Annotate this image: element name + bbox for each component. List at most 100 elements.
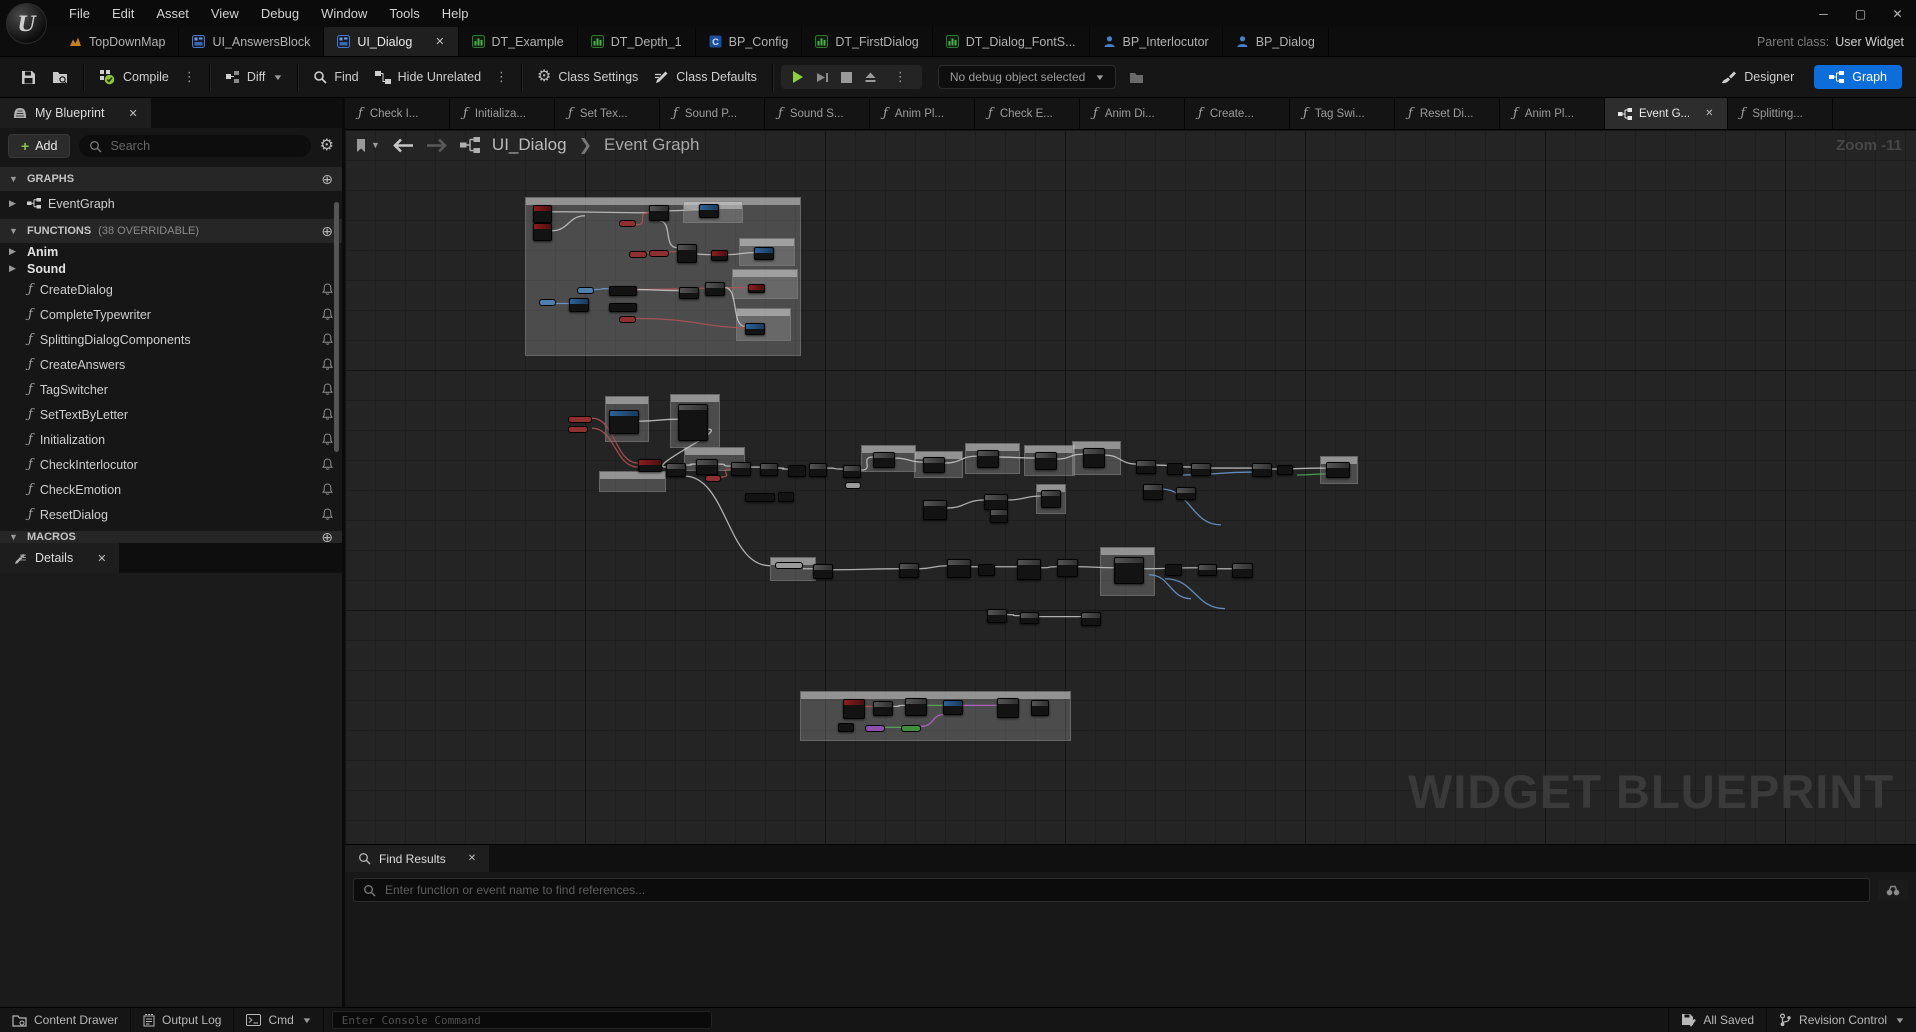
- breadcrumb-root[interactable]: UI_Dialog: [492, 135, 567, 155]
- close-icon[interactable]: ✕: [468, 853, 476, 864]
- graph-tab-soundp[interactable]: ƒSound P...: [660, 98, 765, 129]
- graphs-section-header[interactable]: ▼ GRAPHS ⊕: [0, 167, 342, 191]
- graph-node[interactable]: [943, 700, 963, 715]
- graph-node[interactable]: [978, 564, 995, 576]
- graph-node[interactable]: [745, 323, 765, 335]
- graph-node[interactable]: [638, 459, 662, 472]
- class-defaults-button[interactable]: Class Defaults: [647, 66, 764, 88]
- variable-pill-node[interactable]: [901, 725, 921, 732]
- graph-node[interactable]: [997, 698, 1019, 718]
- asset-tab-ui_answersblock[interactable]: UI_AnswersBlock: [179, 27, 324, 56]
- unreal-logo-icon[interactable]: U: [6, 3, 47, 44]
- graph-node[interactable]: [778, 492, 794, 502]
- bell-icon[interactable]: [322, 283, 333, 296]
- graph-tab-checki[interactable]: ƒCheck I...: [345, 98, 450, 129]
- find-references-input[interactable]: Enter function or event name to find ref…: [353, 878, 1870, 902]
- graph-node[interactable]: [1176, 487, 1196, 500]
- play-options-kebab-icon[interactable]: ⋮: [889, 69, 912, 85]
- variable-pill-node[interactable]: [629, 251, 647, 258]
- graph-node[interactable]: [990, 509, 1008, 523]
- step-button[interactable]: [816, 71, 829, 84]
- graph-node[interactable]: [1277, 465, 1293, 475]
- graph-node[interactable]: [838, 723, 854, 732]
- graph-node[interactable]: [1057, 559, 1078, 577]
- asset-tab-bp_dialog[interactable]: BP_Dialog: [1223, 27, 1329, 56]
- compile-button[interactable]: Compile: [92, 65, 176, 89]
- bell-icon[interactable]: [322, 433, 333, 446]
- bell-icon[interactable]: [322, 383, 333, 396]
- asset-tab-topdownmap[interactable]: TopDownMap: [56, 27, 179, 56]
- asset-tab-dt_dialog_fonts[interactable]: DT_Dialog_FontS...: [933, 27, 1090, 56]
- graph-node[interactable]: [947, 559, 971, 578]
- graph-node[interactable]: [609, 286, 637, 296]
- graph-node[interactable]: [748, 284, 765, 293]
- graph-node[interactable]: [533, 205, 552, 223]
- hide-unrelated-kebab-icon[interactable]: ⋮: [490, 69, 513, 85]
- bell-icon[interactable]: [322, 508, 333, 521]
- menu-view[interactable]: View: [200, 6, 250, 21]
- close-button[interactable]: ✕: [1879, 7, 1916, 21]
- graph-tab-sounds[interactable]: ƒSound S...: [765, 98, 870, 129]
- graph-node[interactable]: [679, 287, 699, 299]
- graph-tab-eventg[interactable]: Event G...✕: [1605, 98, 1728, 129]
- event-graph-canvas[interactable]: ▼ UI_Dialog ❯ Event Graph Zoom -11 WIDGE…: [345, 130, 1916, 844]
- menu-help[interactable]: Help: [431, 6, 480, 21]
- debug-object-dropdown[interactable]: No debug object selected ▼: [938, 65, 1116, 89]
- graph-tab-initializa[interactable]: ƒInitializa...: [450, 98, 555, 129]
- graph-node[interactable]: [1232, 563, 1253, 578]
- asset-tab-bp_interlocutor[interactable]: BP_Interlocutor: [1090, 27, 1223, 56]
- function-row-completetypewriter[interactable]: ƒCompleteTypewriter: [0, 302, 342, 327]
- graph-node[interactable]: [1143, 484, 1163, 500]
- console-command-input[interactable]: Enter Console Command: [332, 1011, 712, 1029]
- graph-node[interactable]: [1031, 700, 1049, 716]
- panel-settings-gear-icon[interactable]: ⚙: [320, 138, 334, 154]
- bell-icon[interactable]: [322, 408, 333, 421]
- parent-class-link[interactable]: User Widget: [1835, 35, 1904, 49]
- graph-button[interactable]: Graph: [1814, 65, 1902, 89]
- graph-tab-create[interactable]: ƒCreate...: [1185, 98, 1290, 129]
- category-row-anim[interactable]: ▶Anim: [0, 243, 342, 260]
- close-icon[interactable]: ✕: [435, 35, 444, 48]
- graph-node[interactable]: [843, 699, 865, 719]
- bell-icon[interactable]: [322, 483, 333, 496]
- graph-node[interactable]: [905, 698, 927, 716]
- cmd-dropdown[interactable]: Cmd ▼: [234, 1008, 323, 1032]
- graph-node[interactable]: [873, 701, 893, 716]
- graph-node[interactable]: [1083, 448, 1105, 468]
- graph-node[interactable]: [699, 204, 719, 218]
- add-graph-icon[interactable]: ⊕: [321, 171, 333, 188]
- minimize-button[interactable]: ─: [1805, 7, 1842, 21]
- graph-node[interactable]: [1017, 559, 1041, 580]
- graph-tab-resetdi[interactable]: ƒReset Di...: [1395, 98, 1500, 129]
- close-icon[interactable]: ✕: [1705, 108, 1713, 119]
- graph-node[interactable]: [1035, 452, 1057, 470]
- graph-node[interactable]: [809, 463, 827, 477]
- event-graph-row[interactable]: ▶ EventGraph: [0, 191, 342, 216]
- graph-node[interactable]: [1252, 463, 1272, 477]
- menu-window[interactable]: Window: [310, 6, 378, 21]
- graph-node[interactable]: [1020, 612, 1039, 624]
- asset-tab-bp_config[interactable]: CBP_Config: [696, 27, 803, 56]
- content-drawer-button[interactable]: Content Drawer: [0, 1008, 131, 1032]
- graph-node[interactable]: [569, 298, 589, 312]
- nav-back-button[interactable]: [392, 138, 414, 153]
- function-row-initialization[interactable]: ƒInitialization: [0, 427, 342, 452]
- graph-node[interactable]: [731, 462, 751, 476]
- graph-node[interactable]: [677, 244, 697, 263]
- graph-node[interactable]: [923, 500, 947, 520]
- variable-pill-node[interactable]: [568, 426, 588, 433]
- graph-node[interactable]: [609, 410, 639, 434]
- graph-tab-checke[interactable]: ƒCheck E...: [975, 98, 1080, 129]
- close-icon[interactable]: ✕: [97, 552, 106, 565]
- function-row-tagswitcher[interactable]: ƒTagSwitcher: [0, 377, 342, 402]
- bell-icon[interactable]: [322, 333, 333, 346]
- close-icon[interactable]: ✕: [128, 107, 137, 120]
- variable-pill-node[interactable]: [619, 220, 636, 227]
- asset-tab-dt_depth_1[interactable]: DT_Depth_1: [578, 27, 696, 56]
- tab-find-results[interactable]: Find Results ✕: [345, 845, 489, 872]
- variable-pill-node[interactable]: [539, 299, 556, 306]
- function-row-splittingdialogcomponents[interactable]: ƒSplittingDialogComponents: [0, 327, 342, 352]
- graph-node[interactable]: [1165, 564, 1182, 576]
- variable-pill-node[interactable]: [775, 562, 803, 569]
- scrollbar-thumb[interactable]: [334, 202, 339, 452]
